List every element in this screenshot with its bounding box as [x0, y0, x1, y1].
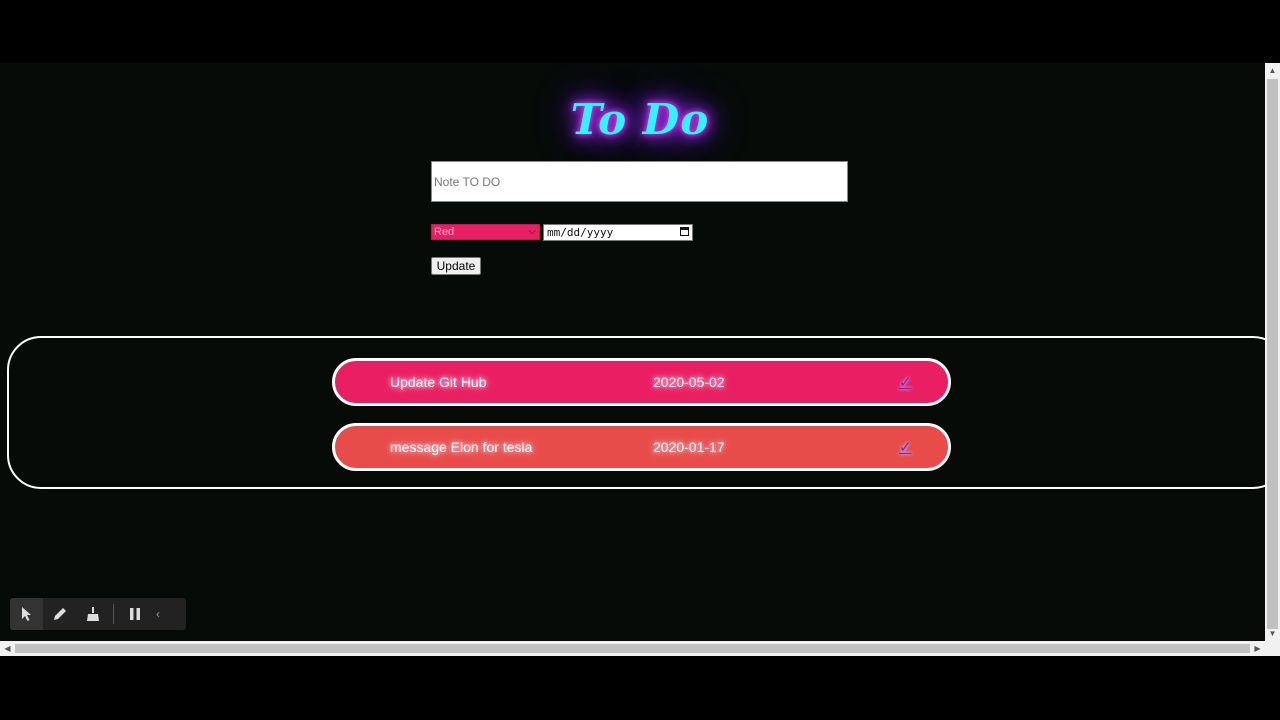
- update-button[interactable]: Update: [431, 257, 481, 275]
- date-placeholder: mm/dd/yyyy: [547, 226, 614, 239]
- pencil-icon[interactable]: [43, 598, 76, 630]
- scroll-right-icon[interactable]: ▶: [1250, 641, 1265, 656]
- annotation-toolbar: ‹: [10, 598, 186, 630]
- scroll-up-icon[interactable]: ▲: [1265, 63, 1280, 78]
- vertical-scrollbar[interactable]: ▲ ▼: [1265, 63, 1280, 641]
- todo-text: Update Git Hub: [390, 374, 487, 390]
- todo-date: 2020-01-17: [653, 439, 725, 455]
- todo-date: 2020-05-02: [653, 374, 725, 390]
- todo-text: message Elon for tesla: [390, 439, 533, 455]
- horizontal-scrollbar[interactable]: ◀ ▶: [0, 641, 1280, 656]
- check-icon[interactable]: ✓: [899, 373, 912, 391]
- note-input[interactable]: [431, 161, 848, 202]
- todo-list: Update Git Hub 2020-05-02 ✓ message Elon…: [7, 336, 1280, 489]
- app-title: To Do: [570, 95, 710, 144]
- date-input[interactable]: mm/dd/yyyy: [543, 224, 693, 241]
- calendar-icon[interactable]: [680, 227, 689, 236]
- scroll-down-icon[interactable]: ▼: [1265, 626, 1280, 641]
- color-select[interactable]: Red ⌵: [431, 224, 540, 240]
- page-viewport: To Do Red ⌵ mm/dd/yyyy Update Update Git…: [0, 63, 1280, 656]
- scroll-thumb[interactable]: [15, 644, 1250, 653]
- todo-item: Update Git Hub 2020-05-02 ✓: [332, 358, 951, 406]
- scroll-thumb[interactable]: [1267, 79, 1278, 629]
- pause-icon[interactable]: [118, 598, 151, 630]
- chevron-left-icon[interactable]: ‹: [151, 598, 165, 630]
- check-icon[interactable]: ✓: [899, 438, 912, 456]
- chevron-down-icon: ⌵: [528, 226, 536, 237]
- todo-item: message Elon for tesla 2020-01-17 ✓: [332, 423, 951, 471]
- color-select-value: Red: [434, 226, 455, 238]
- toolbar-divider: [113, 604, 114, 624]
- broom-icon[interactable]: [76, 598, 109, 630]
- scroll-left-icon[interactable]: ◀: [0, 641, 15, 656]
- pointer-icon[interactable]: [10, 598, 43, 630]
